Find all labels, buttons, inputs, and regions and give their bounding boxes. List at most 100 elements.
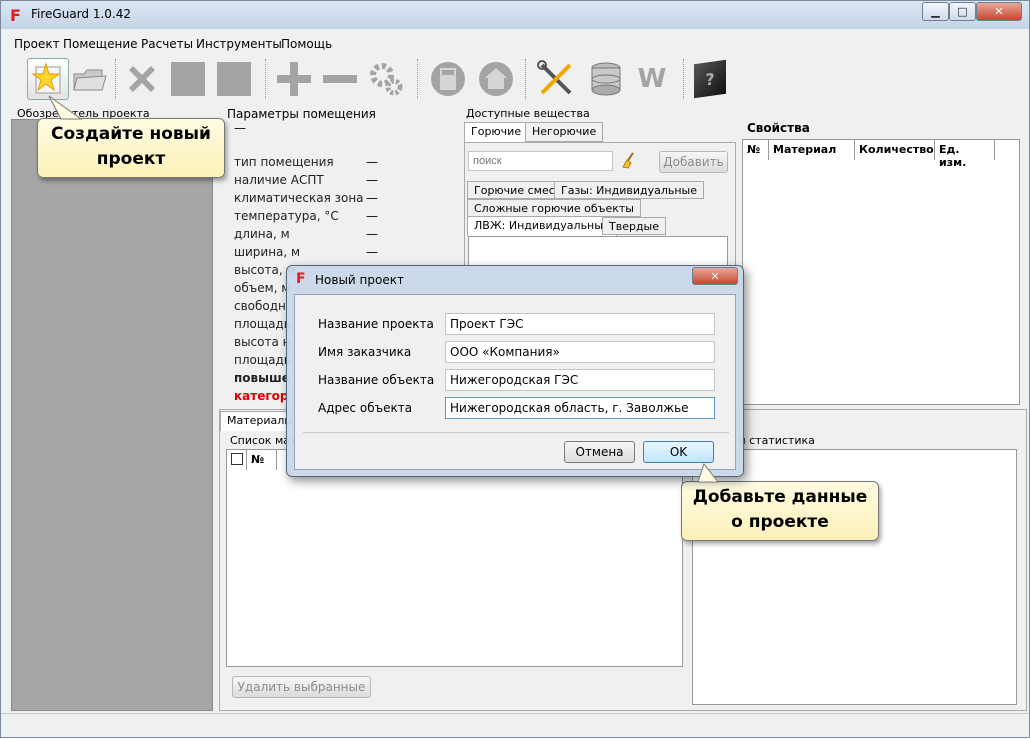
delete-icon — [129, 66, 155, 92]
dialog-field-input[interactable]: ООО «Компания» — [445, 341, 715, 363]
new-project-button[interactable] — [27, 58, 69, 100]
params-dash: — — [234, 121, 246, 135]
maximize-icon: □ — [957, 5, 968, 18]
tab-flammable[interactable]: Горючие — [464, 122, 529, 142]
new-project-dialog: F Новый проект ✕ Название проекта Проект … — [286, 265, 744, 477]
dialog-field-input[interactable]: Нижегородская ГЭС — [445, 369, 715, 391]
database-button[interactable] — [585, 58, 627, 100]
param-label: климатическая зона — [234, 191, 364, 205]
dialog-logo-icon: F — [296, 271, 306, 287]
param-label: площадь — [234, 353, 291, 367]
tools-button[interactable] — [535, 58, 577, 100]
new-project-icon — [31, 62, 61, 94]
square-icon — [171, 62, 205, 96]
menu-calculations[interactable]: Расчеты — [141, 37, 193, 51]
dialog-body: Название проекта Проект ГЭС Имя заказчика О… — [294, 294, 736, 470]
param-label: свободн — [234, 299, 286, 313]
word-icon: W — [637, 64, 667, 94]
param-value: — — [366, 155, 378, 169]
param-label: температура, °С — [234, 209, 339, 223]
square-button-1[interactable] — [167, 58, 209, 100]
open-project-icon — [73, 69, 107, 91]
home-icon — [479, 62, 513, 96]
calculator-icon — [431, 62, 465, 96]
create-project-callout: Создайте новый проект — [37, 118, 225, 178]
materials-table[interactable]: № — [226, 449, 683, 667]
param-value: — — [366, 245, 378, 259]
home-button[interactable] — [475, 58, 517, 100]
param-label: ширина, м — [234, 245, 301, 259]
param-value: — — [366, 173, 378, 187]
help-button[interactable]: ? — [689, 58, 731, 100]
dialog-field-label: Адрес объекта — [318, 401, 413, 415]
properties-title: Свойства — [747, 121, 810, 135]
close-icon: ✕ — [710, 269, 720, 283]
app-window: F FireGuard 1.0.42 ▁ □ ✕ Проект Помещени… — [0, 0, 1030, 738]
title-bar[interactable]: F FireGuard 1.0.42 ▁ □ ✕ — [1, 1, 1029, 29]
toolbar-separator — [525, 59, 527, 99]
param-bold-label: повыше — [234, 371, 290, 385]
gears-icon — [370, 63, 403, 96]
param-label: объем, м — [234, 281, 291, 295]
properties-table[interactable]: № Материал Количество Ед. изм. — [742, 139, 1020, 405]
dialog-field-input[interactable]: Проект ГЭС — [445, 313, 715, 335]
delete-selected-button[interactable]: Удалить выбранные — [232, 676, 371, 698]
minus-icon — [323, 75, 357, 83]
param-label: длина, м — [234, 227, 290, 241]
substances-title: Доступные вещества — [466, 107, 590, 120]
project-explorer-panel[interactable] — [11, 119, 213, 711]
help-cube-icon: ? — [694, 59, 726, 99]
window-title: FireGuard 1.0.42 — [31, 7, 131, 21]
search-input[interactable] — [468, 151, 613, 171]
col-unit[interactable]: Ед. изм. — [935, 140, 995, 169]
toolbar-separator — [417, 59, 419, 99]
settings-button-tb[interactable] — [365, 58, 407, 100]
toolbar-separator — [265, 59, 267, 99]
tools-icon — [537, 60, 572, 95]
menu-tools[interactable]: Инструменты — [196, 37, 282, 51]
close-button[interactable]: ✕ — [976, 2, 1022, 21]
menu-room[interactable]: Помещение — [63, 37, 138, 51]
remove-button-tb[interactable] — [319, 58, 361, 100]
dialog-field-label: Название объекта — [318, 373, 435, 387]
col-material[interactable]: Материал — [769, 140, 855, 160]
toolbar: W ? — [7, 55, 737, 105]
toolbar-separator — [683, 59, 685, 99]
subtab-liquids[interactable]: ЛВЖ: Индивидуальные — [467, 216, 617, 236]
subtab-solids[interactable]: Твердые — [602, 217, 667, 235]
dialog-field-input[interactable]: Нижегородская область, г. Заволжье — [445, 397, 715, 419]
menu-help[interactable]: Помощь — [281, 37, 332, 51]
cancel-button[interactable]: Отмена — [564, 441, 635, 463]
word-export-button[interactable]: W — [631, 58, 673, 100]
col-number[interactable]: № — [743, 140, 769, 160]
add-substance-button[interactable]: Добавить — [659, 151, 728, 173]
dialog-title: Новый проект — [315, 273, 404, 287]
minimize-button[interactable]: ▁ — [922, 2, 949, 21]
col-material-number[interactable]: № — [247, 450, 277, 470]
param-value: — — [366, 191, 378, 205]
param-label: тип помещения — [234, 155, 334, 169]
ok-button[interactable]: OK — [643, 441, 714, 463]
param-value: — — [366, 227, 378, 241]
square-button-2[interactable] — [213, 58, 255, 100]
add-button-tb[interactable] — [273, 58, 315, 100]
square-icon — [217, 62, 251, 96]
select-all-checkbox[interactable] — [231, 453, 243, 465]
substances-list[interactable] — [468, 236, 728, 268]
subtab-gases[interactable]: Газы: Индивидуальные — [554, 181, 705, 199]
param-value: — — [366, 209, 378, 223]
subtab-complex[interactable]: Сложные горючие объекты — [467, 199, 641, 217]
open-project-button[interactable] — [69, 58, 111, 100]
delete-button[interactable] — [121, 58, 163, 100]
add-data-callout: Добавьте данные о проекте — [681, 481, 879, 541]
dialog-close-button[interactable]: ✕ — [692, 267, 738, 285]
maximize-button[interactable]: □ — [949, 2, 976, 21]
col-quantity[interactable]: Количество — [855, 140, 935, 160]
calculator-button[interactable] — [427, 58, 469, 100]
dialog-field-label: Название проекта — [318, 317, 434, 331]
broom-icon[interactable] — [621, 151, 637, 169]
tab-nonflammable[interactable]: Негорючие — [525, 122, 604, 142]
menu-project[interactable]: Проект — [14, 37, 60, 51]
dialog-divider — [303, 432, 729, 433]
plus-icon — [277, 62, 311, 96]
